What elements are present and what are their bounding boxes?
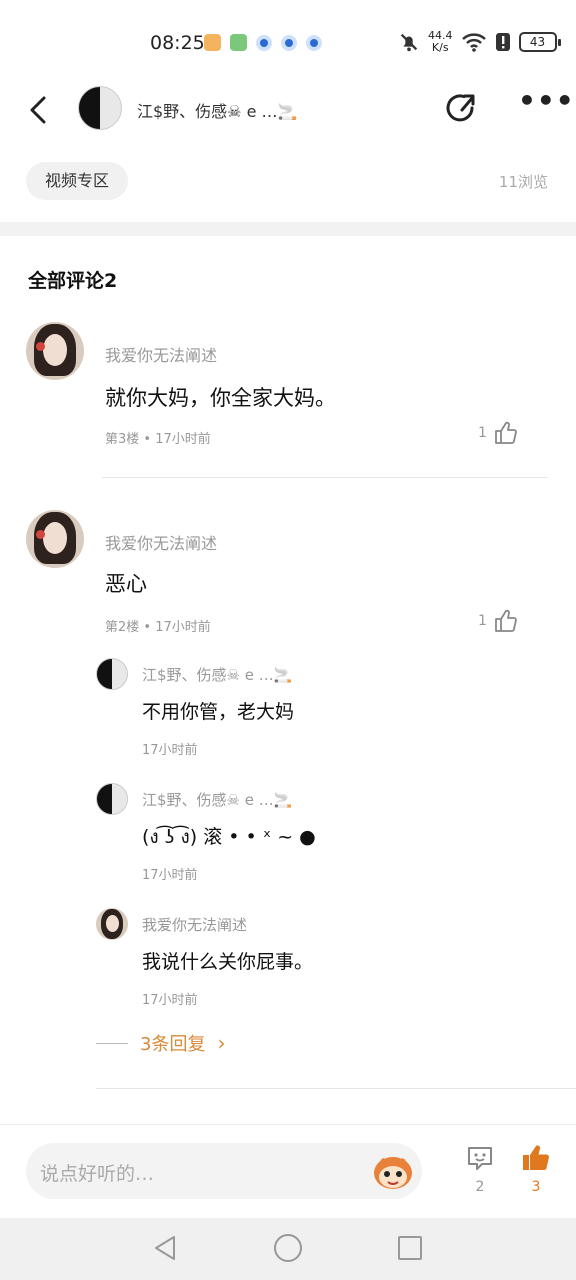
more-dots-icon: •••: [518, 84, 575, 117]
app-notification-icon: [306, 34, 322, 51]
app-notification-icon: [281, 34, 297, 51]
comment-input[interactable]: 说点好听的…: [26, 1143, 422, 1199]
notification-icons: [204, 34, 322, 51]
chevron-right-icon: ›: [217, 1031, 226, 1055]
avatar-flower: [36, 342, 45, 351]
nav-home-icon[interactable]: [274, 1234, 302, 1262]
thumbs-up-icon: [495, 609, 517, 632]
author-name[interactable]: 江$野、伤感☠ e …🚬: [137, 98, 297, 122]
commenter-name[interactable]: 我爱你无法阐述: [105, 530, 217, 554]
commenter-avatar[interactable]: [26, 322, 84, 380]
nav-back-icon[interactable]: [152, 1234, 178, 1262]
share-icon: [446, 94, 475, 122]
avatar-face: [43, 522, 67, 554]
author-avatar[interactable]: [78, 86, 122, 130]
reply-time: 17小时前: [142, 743, 198, 758]
more-replies-link[interactable]: 3条回复 ›: [96, 1030, 225, 1056]
reply-time: 17小时前: [142, 993, 198, 1008]
thumbs-up-filled-icon: [523, 1145, 549, 1170]
avatar-face: [43, 334, 67, 366]
network-speed-unit: K/s: [431, 41, 449, 54]
bottom-action-bar: 说点好听的… 2 3: [0, 1124, 576, 1218]
comment-like-button[interactable]: 1: [478, 420, 519, 446]
system-nav-bar: [0, 1218, 576, 1280]
post-like-button[interactable]: 3: [518, 1143, 554, 1195]
reply-avatar[interactable]: [96, 658, 128, 690]
comment-bubble-icon: [468, 1147, 492, 1170]
reply-text: 不用你管，老大妈: [142, 701, 295, 723]
reply-time: 17小时前: [142, 868, 198, 883]
reply-avatar[interactable]: [96, 908, 128, 940]
commenter-avatar[interactable]: [26, 510, 84, 568]
commenter-name[interactable]: 我爱你无法阐述: [105, 342, 217, 366]
app-notification-icon: [256, 34, 272, 51]
comment-like-count: 1: [478, 613, 487, 629]
wifi-icon: [461, 33, 486, 52]
reply-text: 我说什么关你屁事。: [142, 951, 314, 973]
comment-count-button[interactable]: 2: [462, 1143, 498, 1195]
reply-username[interactable]: 江$野、伤感☠ e …🚬: [142, 789, 292, 810]
status-bar: 08:25 44.4 K/s 43: [0, 0, 576, 82]
more-options-button[interactable]: •••: [518, 87, 574, 122]
comment-floor-time: 第3楼 • 17小时前: [105, 432, 211, 447]
comment-like-button[interactable]: 1: [478, 608, 519, 634]
app-notification-icon: [204, 34, 221, 51]
status-time: 08:25: [150, 32, 205, 54]
mute-bell-icon: [400, 33, 418, 52]
comment-text: 恶心: [105, 572, 147, 596]
comment-floor-time: 第2楼 • 17小时前: [105, 620, 211, 635]
topic-tag[interactable]: 视频专区: [26, 162, 128, 200]
reply-avatar[interactable]: [96, 783, 128, 815]
comment-divider: [96, 1088, 576, 1089]
reply-username[interactable]: 我爱你无法阐述: [142, 914, 247, 935]
view-count: 11浏览: [498, 173, 548, 191]
app-notification-icon: [230, 34, 247, 51]
alert-icon: [495, 33, 510, 51]
reply-text: (ง ͡ʖ ͡ง) 滚 • • ˣ ~ ●: [142, 826, 316, 848]
more-replies-line: [96, 1042, 128, 1044]
avatar-face: [106, 915, 119, 932]
thumbs-up-icon: [495, 421, 517, 444]
share-button[interactable]: [442, 90, 478, 126]
comment-count: 2: [475, 1179, 485, 1195]
comment-like-count: 1: [478, 425, 487, 441]
back-button[interactable]: [22, 92, 58, 128]
comment-text: 就你大妈，你全家大妈。: [105, 386, 336, 410]
avatar-flower: [36, 530, 45, 539]
post-like-count: 3: [531, 1179, 541, 1195]
nav-recent-icon[interactable]: [398, 1236, 422, 1260]
more-replies-label: 3条回复: [140, 1034, 206, 1055]
reply-username[interactable]: 江$野、伤感☠ e …🚬: [142, 664, 292, 685]
mascot-emoji-icon[interactable]: [372, 1151, 414, 1191]
section-divider: [0, 222, 576, 236]
comment-input-placeholder: 说点好听的…: [40, 1163, 155, 1185]
top-header: 江$野、伤感☠ e …🚬 •••: [0, 82, 576, 142]
comment-divider: [102, 477, 548, 478]
status-right: 44.4 K/s 43: [398, 30, 561, 54]
network-speed: 44.4 K/s: [428, 30, 453, 54]
comments-title: 全部评论2: [28, 270, 118, 292]
chevron-left-icon: [30, 96, 46, 124]
battery-icon: 43: [518, 32, 561, 52]
